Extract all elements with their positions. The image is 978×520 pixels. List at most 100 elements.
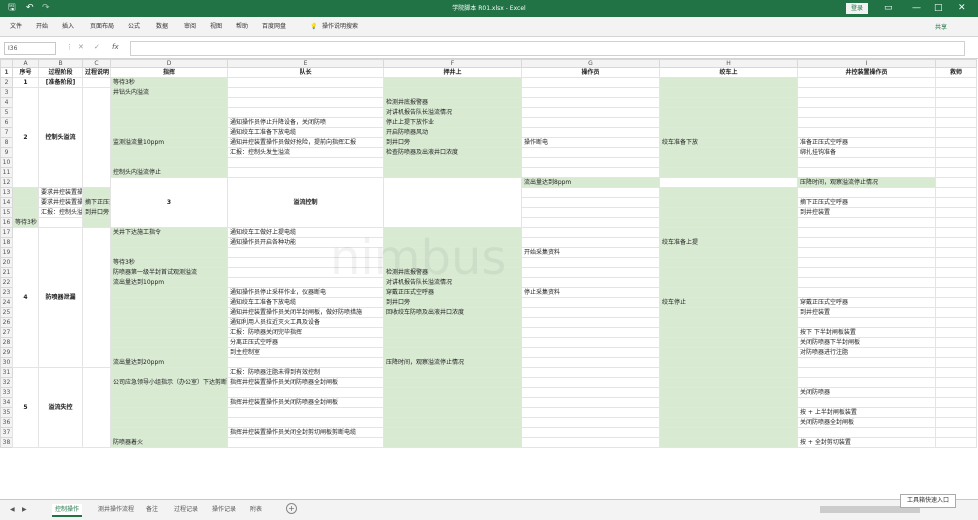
cell-j[interactable]	[935, 427, 977, 438]
cell-h[interactable]	[659, 407, 798, 418]
cell-g[interactable]	[521, 407, 660, 418]
cell-j[interactable]	[935, 217, 977, 228]
cell-f[interactable]	[383, 157, 522, 168]
cell-d[interactable]	[110, 417, 228, 428]
cell-g[interactable]: 开始采集资料	[521, 247, 660, 258]
row-number[interactable]: 35	[0, 407, 13, 418]
cell-f[interactable]: 检查防喷器及出液井口浓度	[383, 147, 522, 158]
cell-e[interactable]: 要求井控装置操作员及井口相关人员撤下全部	[38, 187, 83, 198]
cell-d[interactable]	[110, 427, 228, 438]
stage-cell[interactable]: 防喷器泄漏	[38, 227, 83, 368]
cell-e[interactable]	[227, 357, 384, 368]
cell-j[interactable]	[935, 337, 977, 348]
row-number[interactable]: 34	[0, 397, 13, 408]
cell-h[interactable]	[659, 267, 798, 278]
cell-h[interactable]	[659, 387, 798, 398]
cell-e[interactable]: 要求井控装置操作员及井口相关人员戴好防护	[38, 197, 83, 208]
cell-f[interactable]	[383, 87, 522, 98]
row-number[interactable]: 32	[0, 377, 13, 388]
sheet-tab-1[interactable]: 测井操作流程	[98, 504, 134, 515]
cell-f[interactable]: 检测井底报警器	[383, 97, 522, 108]
cell-h[interactable]	[659, 167, 798, 178]
cell-i[interactable]	[797, 427, 936, 438]
login-button[interactable]: 登录	[846, 3, 868, 14]
row-number[interactable]: 19	[0, 247, 13, 258]
cell-e[interactable]	[227, 257, 384, 268]
cell-j[interactable]	[935, 167, 977, 178]
cell-h[interactable]	[659, 277, 798, 288]
cell-d[interactable]	[110, 297, 228, 308]
cell-i[interactable]	[797, 267, 936, 278]
row-number[interactable]: 6	[0, 117, 13, 128]
header-cell[interactable]: 押井上	[383, 67, 522, 78]
cell-i[interactable]: 到井控装置	[797, 207, 936, 218]
cell-h[interactable]	[659, 127, 798, 138]
cell-g[interactable]	[521, 427, 660, 438]
cell-g[interactable]	[521, 207, 660, 218]
description-cell[interactable]	[82, 367, 111, 448]
cell-i[interactable]	[797, 107, 936, 118]
cell-g[interactable]	[521, 417, 660, 428]
cell-h[interactable]	[659, 87, 798, 98]
cell-j[interactable]	[935, 137, 977, 148]
cell-i[interactable]	[797, 237, 936, 248]
tab-file[interactable]: 文件	[10, 22, 22, 32]
cell-d[interactable]: 等待3秒	[110, 77, 228, 88]
cell-j[interactable]	[935, 257, 977, 268]
column-header[interactable]	[0, 59, 13, 68]
column-header[interactable]: G	[521, 59, 660, 68]
insert-function-icon[interactable]: fx	[112, 43, 119, 51]
seq-cell[interactable]: 5	[12, 367, 39, 448]
cell-f[interactable]	[383, 227, 522, 238]
cell-j[interactable]	[935, 367, 977, 378]
cell-j[interactable]	[935, 407, 977, 418]
tab-help[interactable]: 帮助	[236, 22, 248, 32]
stage-cell[interactable]: 控制头溢流	[38, 87, 83, 188]
cell-i[interactable]	[797, 247, 936, 258]
row-number[interactable]: 28	[0, 337, 13, 348]
cell-i[interactable]	[797, 117, 936, 128]
header-cell[interactable]: 指挥	[110, 67, 228, 78]
cell-j[interactable]	[935, 357, 977, 368]
cell-i[interactable]: 到井控装置	[797, 307, 936, 318]
cell-f[interactable]: 摘下正压式空呼器	[82, 197, 111, 208]
sheet-tab-4[interactable]: 操作记录	[212, 504, 236, 515]
cell-e[interactable]	[227, 247, 384, 258]
cell-d[interactable]	[110, 407, 228, 418]
ribbon-display-icon[interactable]: ▭	[884, 2, 893, 15]
cell-h[interactable]	[659, 287, 798, 298]
cell-f[interactable]: 停止上提下放作业	[383, 117, 522, 128]
cell-h[interactable]	[659, 347, 798, 358]
column-header[interactable]: I	[797, 59, 936, 68]
cell-i[interactable]	[797, 257, 936, 268]
cell-h[interactable]	[659, 377, 798, 388]
cell-e[interactable]: 汇报：防喷器关闭完毕指挥	[227, 327, 384, 338]
description-cell[interactable]	[82, 227, 111, 368]
cell-e[interactable]: 指挥井控装置操作员关闭防喷器全封闸板	[227, 397, 384, 408]
cell-h[interactable]	[659, 317, 798, 328]
cell-g[interactable]	[521, 127, 660, 138]
header-cell[interactable]: 过程阶段	[38, 67, 83, 78]
more-icon[interactable]: ⋮	[66, 43, 73, 51]
row-number[interactable]: 5	[0, 107, 13, 118]
header-cell[interactable]: 救师	[935, 67, 977, 78]
cell-i[interactable]	[797, 367, 936, 378]
cell-i[interactable]: 关闭防喷器全封闸板	[797, 417, 936, 428]
cell-i[interactable]: 穿戴正压式空呼器	[797, 297, 936, 308]
cell-j[interactable]	[935, 397, 977, 408]
row-number[interactable]: 17	[0, 227, 13, 238]
cell-f[interactable]	[383, 387, 522, 398]
cell-d[interactable]: 控制头内溢流停止	[110, 167, 228, 178]
cell-f[interactable]	[82, 217, 111, 228]
seq-cell[interactable]: 1	[12, 77, 39, 88]
row-number[interactable]: 29	[0, 347, 13, 358]
row-number[interactable]: 4	[0, 97, 13, 108]
row-number[interactable]: 24	[0, 297, 13, 308]
tab-formulas[interactable]: 公式	[128, 22, 140, 32]
row-number[interactable]: 27	[0, 327, 13, 338]
cell-e[interactable]	[227, 267, 384, 278]
maximize-button[interactable]: □	[934, 2, 943, 15]
cell-d[interactable]	[110, 107, 228, 118]
cell-j[interactable]	[935, 237, 977, 248]
cell-j[interactable]	[935, 277, 977, 288]
